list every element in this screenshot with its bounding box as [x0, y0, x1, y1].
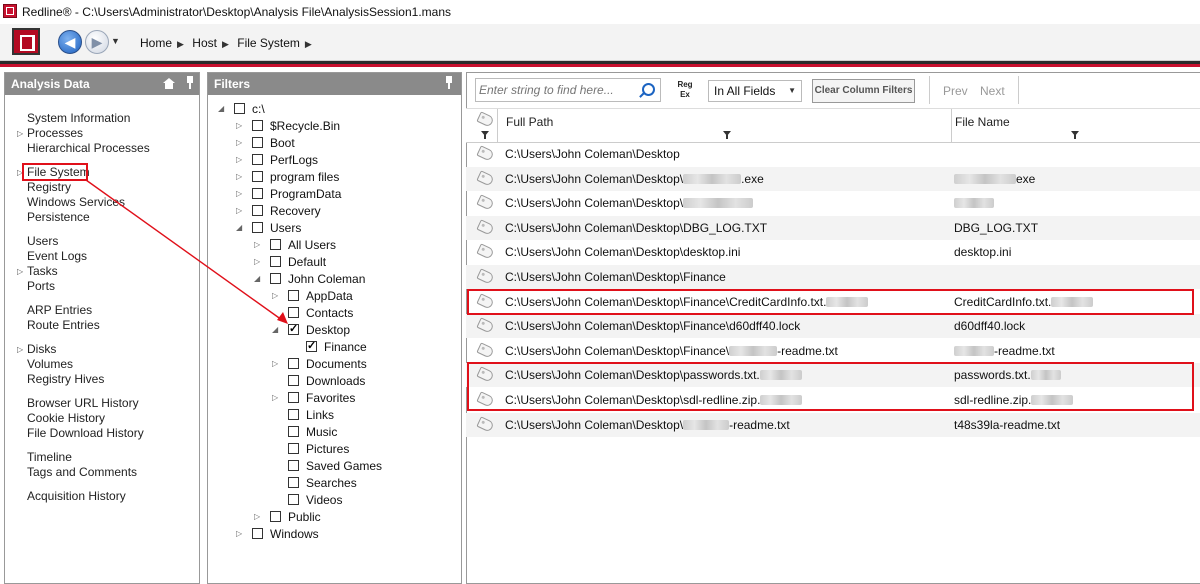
- annotation-arrow: [85, 179, 288, 324]
- arrow-line: [85, 179, 283, 321]
- arrow-head-icon: [277, 312, 288, 324]
